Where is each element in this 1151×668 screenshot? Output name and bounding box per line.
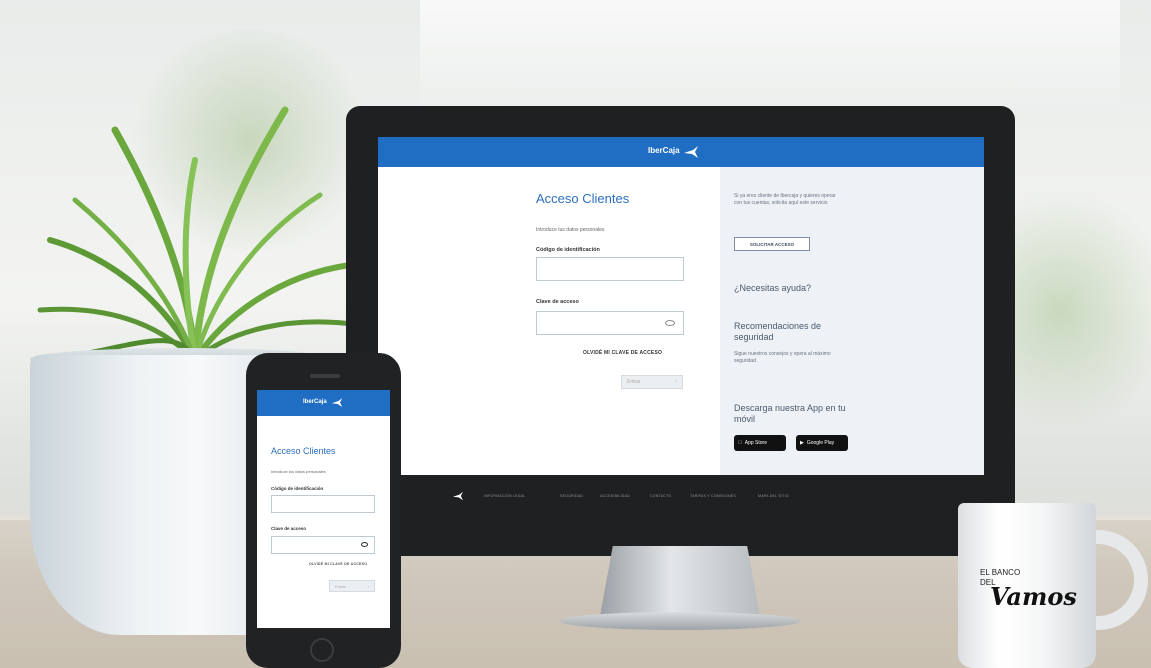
phone-login-title: Acceso Clientes xyxy=(271,446,336,456)
footer-link-contact[interactable]: CONTACTO xyxy=(650,494,671,498)
footer-link-legal[interactable]: INFORMACIÓN LEGAL xyxy=(484,494,526,498)
help-heading[interactable]: ¿Necesitas ayuda? xyxy=(734,283,854,294)
ibercaja-logo-icon[interactable] xyxy=(451,491,465,501)
side-intro: Si ya eres cliente de Ibercaja y quieres… xyxy=(734,193,836,206)
google-play-button[interactable]: ▶ Google Play xyxy=(796,435,848,451)
request-access-button[interactable]: SOLICITAR ACCESO xyxy=(734,237,810,251)
eye-icon[interactable] xyxy=(361,542,368,547)
phone-submit-button[interactable]: Entrar › xyxy=(329,580,375,592)
security-heading[interactable]: Recomendaciones de seguridad xyxy=(734,321,854,343)
id-label: Código de identificación xyxy=(536,247,600,253)
brand-name[interactable]: IberCaja xyxy=(648,146,680,155)
phone-submit-label: Entrar xyxy=(335,583,346,589)
security-text: Sigue nuestros consejos y opera al máxim… xyxy=(734,351,831,364)
footer-link-fees[interactable]: TARIFAS Y COMISIONES xyxy=(690,494,736,498)
phone-screen: IberCaja Acceso Clientes Introduce tus d… xyxy=(257,390,390,628)
monitor-stand-base xyxy=(560,612,800,630)
mug-text-line1: EL BANCO xyxy=(980,568,1021,577)
monitor-stand xyxy=(600,546,760,616)
phone-password-input[interactable] xyxy=(271,536,375,554)
submit-label: Entrar xyxy=(627,379,641,385)
play-icon: ▶ xyxy=(800,440,804,446)
phone-top-bar: IberCaja xyxy=(257,390,390,416)
eye-icon[interactable] xyxy=(665,320,675,326)
side-panel: Si ya eres cliente de Ibercaja y quieres… xyxy=(720,167,984,475)
plant-leaves xyxy=(37,106,363,364)
chevron-right-icon: › xyxy=(367,583,369,589)
top-bar: IberCaja xyxy=(378,137,984,167)
phone-brand-name[interactable]: IberCaja xyxy=(303,399,327,405)
login-intro: Introduce tus datos personales xyxy=(536,227,605,233)
chevron-right-icon: › xyxy=(675,379,677,385)
password-input[interactable] xyxy=(536,311,684,335)
footer-link-security[interactable]: SEGURIDAD xyxy=(560,494,583,498)
phone-password-label: Clave de acceso xyxy=(271,526,307,531)
app-store-label: App Store xyxy=(741,440,767,446)
monitor-screen: IberCaja Acceso Clientes Introduce tus d… xyxy=(378,137,984,475)
mug-text-script: Vamos xyxy=(990,582,1077,611)
phone-speaker xyxy=(310,374,340,378)
footer-link-sitemap[interactable]: MAPA DEL SITIO xyxy=(758,494,789,498)
ibercaja-logo-icon[interactable] xyxy=(331,397,343,408)
ibercaja-logo-icon[interactable] xyxy=(683,145,699,159)
submit-button[interactable]: Entrar › xyxy=(621,375,683,389)
phone-id-label: Código de identificación xyxy=(271,486,324,491)
password-label: Clave de acceso xyxy=(536,299,579,305)
apple-icon:  xyxy=(738,440,742,446)
google-play-label: Google Play xyxy=(806,440,835,446)
login-title: Acceso Clientes xyxy=(536,191,630,206)
phone-login-intro: Introduce tus datos personales xyxy=(271,469,326,474)
window-light xyxy=(420,0,1120,110)
app-store-button[interactable]:  App Store xyxy=(734,435,786,451)
screen-footer: INFORMACIÓN LEGAL SEGURIDAD ACCESIBILIDA… xyxy=(378,475,984,515)
app-heading: Descarga nuestra App en tu móvil xyxy=(734,403,846,424)
phone-forgot-password-link[interactable]: OLVIDÉ MI CLAVE DE ACCESO xyxy=(309,562,367,566)
login-pane: Acceso Clientes Introduce tus datos pers… xyxy=(378,167,720,475)
phone-id-input[interactable] xyxy=(271,495,375,513)
home-button-icon[interactable] xyxy=(310,638,334,662)
id-input[interactable] xyxy=(536,257,684,281)
forgot-password-link[interactable]: OLVIDÉ MI CLAVE DE ACCESO xyxy=(583,350,662,356)
footer-link-accessibility[interactable]: ACCESIBILIDAD xyxy=(600,494,630,498)
